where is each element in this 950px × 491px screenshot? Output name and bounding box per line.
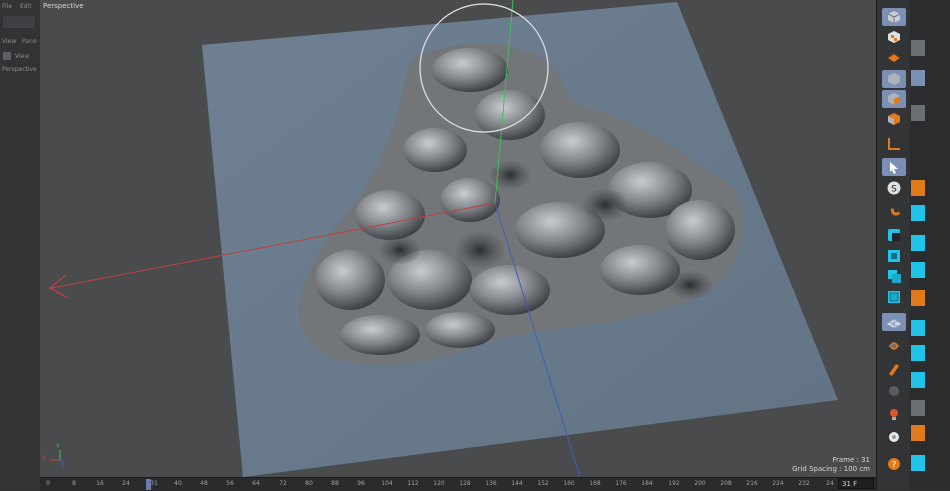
- frame-readout: Frame : 31: [832, 456, 870, 464]
- magnet-snap-icon[interactable]: [882, 205, 906, 223]
- workplane-icon[interactable]: [882, 313, 906, 331]
- timeline-tick: 176: [615, 480, 627, 487]
- axis-mode-icon[interactable]: [882, 135, 906, 153]
- timeline-tick: 152: [537, 480, 549, 487]
- panel-swatch: [911, 425, 925, 441]
- polygons-mode-icon[interactable]: [882, 267, 906, 285]
- panel-swatch: [911, 105, 925, 121]
- tweak-mode-icon[interactable]: [882, 158, 906, 176]
- timeline-tick: 216: [746, 480, 758, 487]
- points-mode-icon[interactable]: [882, 226, 906, 244]
- svg-text:?: ?: [892, 461, 897, 471]
- timeline-tick: 56: [226, 480, 234, 487]
- timeline-tick: 112: [407, 480, 419, 487]
- timeline-tick: 104: [381, 480, 393, 487]
- timeline-tick: 40: [174, 480, 182, 487]
- cube-object-icon[interactable]: [882, 8, 906, 26]
- model-mode-icon[interactable]: [882, 70, 906, 88]
- menu-file[interactable]: File: [2, 3, 12, 10]
- timeline-tick: 64: [252, 480, 260, 487]
- current-frame-field[interactable]: 31 F: [838, 478, 874, 489]
- panel-swatch: [911, 262, 925, 278]
- timeline-tick: 144: [511, 480, 523, 487]
- timeline-tick: 200: [694, 480, 706, 487]
- panel-row-perspective: Perspective: [2, 66, 37, 73]
- light-icon[interactable]: [882, 405, 906, 423]
- viewport-scene[interactable]: [40, 0, 876, 477]
- camera-icon[interactable]: [882, 428, 906, 446]
- panel-row-pano[interactable]: Pano: [22, 38, 37, 45]
- texture-mode-icon[interactable]: [882, 110, 906, 128]
- panel-swatch: [911, 235, 925, 251]
- mode-toolbar: S ?: [876, 0, 911, 490]
- timeline-tick: 80: [305, 480, 313, 487]
- timeline-tick: 48: [200, 480, 208, 487]
- 3d-viewport[interactable]: Perspective Y X Z Frame : 31 Grid Spacin…: [40, 0, 876, 477]
- timeline-ruler[interactable]: 0 8 16 24 31 40 48 56 64 72 80 88 96 104…: [40, 477, 876, 491]
- panel-row-view[interactable]: View: [2, 38, 16, 45]
- timeline-tick: 208: [720, 480, 732, 487]
- panel-swatch: [911, 205, 925, 221]
- svg-text:S: S: [891, 185, 897, 195]
- gizmo-z-label: Z: [61, 462, 66, 469]
- panel-swatch: [911, 180, 925, 196]
- gizmo-x-label: X: [42, 455, 47, 462]
- timeline-tick: 31: [150, 480, 158, 487]
- timeline-tick: 0: [46, 480, 50, 487]
- panel-swatch: [911, 70, 925, 86]
- timeline-tick: 224: [772, 480, 784, 487]
- timeline-tick: 16: [96, 480, 104, 487]
- uvw-mode-icon[interactable]: [882, 288, 906, 306]
- menu-edit[interactable]: Edit: [20, 3, 32, 10]
- timeline-tick: 160: [563, 480, 575, 487]
- timeline-tick: 88: [331, 480, 339, 487]
- timeline-tick: 136: [485, 480, 497, 487]
- clipped-object-panel: [910, 0, 950, 490]
- checker-cube-icon[interactable]: [882, 28, 906, 46]
- panel-swatch: [911, 320, 925, 336]
- panel-swatch: [911, 40, 925, 56]
- timeline-tick: 232: [798, 480, 810, 487]
- edges-mode-icon[interactable]: [882, 247, 906, 265]
- panel-checkbox[interactable]: [3, 52, 11, 60]
- lock-workplane-icon[interactable]: [882, 336, 906, 354]
- panel-row-view2: View: [15, 53, 30, 60]
- solo-icon[interactable]: S: [882, 179, 906, 197]
- panel-swatch: [911, 372, 925, 388]
- timeline-tick: 120: [433, 480, 445, 487]
- panel-swatch: [911, 290, 925, 306]
- timeline-tick: 24: [122, 480, 130, 487]
- panel-tool-chip[interactable]: [3, 16, 35, 28]
- orange-plane-icon[interactable]: [882, 47, 906, 65]
- panel-swatch: [911, 455, 925, 471]
- render-icon[interactable]: ?: [882, 455, 906, 473]
- timeline-tick: 184: [641, 480, 653, 487]
- timeline-tick: 24: [826, 480, 834, 487]
- panel-swatch: [911, 400, 925, 416]
- timeline-tick: 8: [72, 480, 76, 487]
- panel-swatch: [911, 345, 925, 361]
- timeline-tick: 168: [589, 480, 601, 487]
- attributes-side-panel: File Edit View Pano View Perspective: [0, 0, 41, 490]
- object-mode-icon[interactable]: [882, 90, 906, 108]
- timeline-tick: 96: [357, 480, 365, 487]
- grid-spacing-readout: Grid Spacing : 100 cm: [792, 465, 870, 473]
- gizmo-y-label: Y: [56, 443, 60, 450]
- sculpt-brush-icon[interactable]: [882, 360, 906, 378]
- paint-icon[interactable]: [882, 382, 906, 400]
- timeline-tick: 128: [459, 480, 471, 487]
- timeline-tick: 72: [279, 480, 287, 487]
- timeline-tick: 192: [668, 480, 680, 487]
- viewport-camera-label[interactable]: Perspective: [43, 2, 84, 10]
